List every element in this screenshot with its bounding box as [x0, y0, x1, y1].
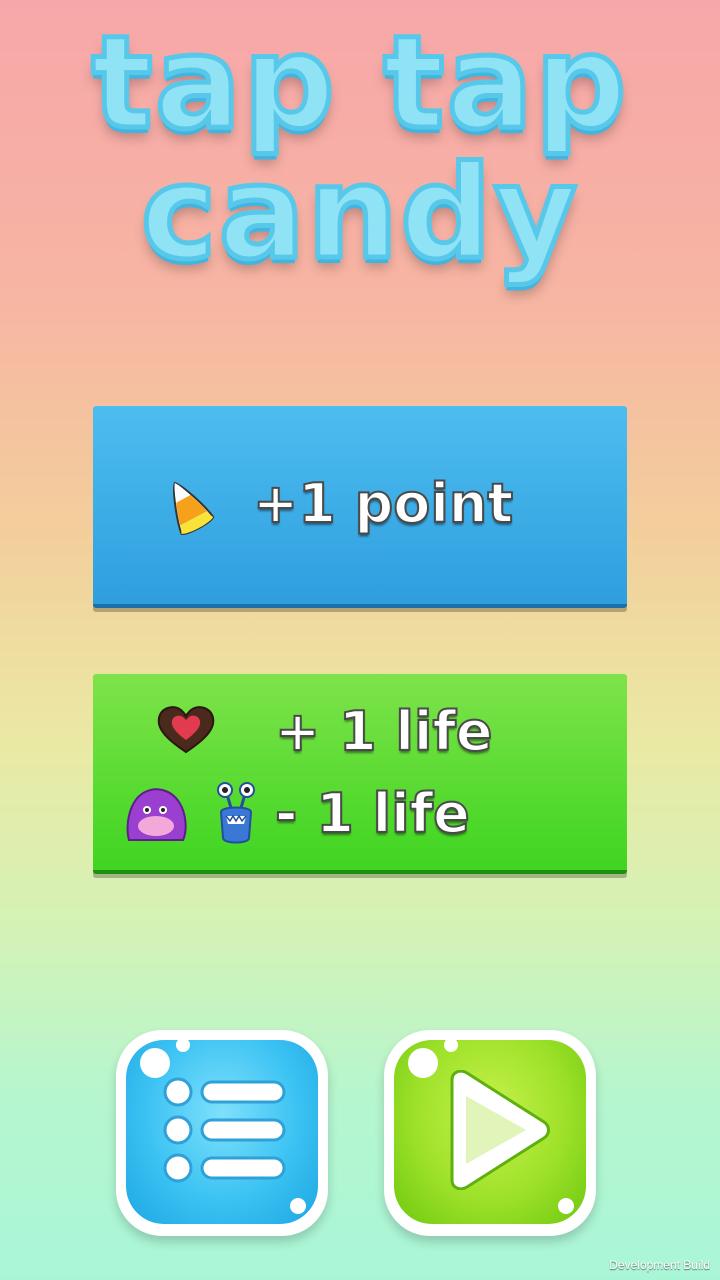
play-icon — [450, 1070, 550, 1190]
list-menu-icon — [163, 1077, 286, 1183]
candy-corn-icon — [173, 481, 215, 535]
menu-button[interactable] — [116, 1030, 328, 1236]
life-rule-panel: + 1 life - 1 life — [93, 674, 627, 874]
heart-chocolate-icon — [157, 706, 215, 754]
development-build-label: Development Build — [609, 1258, 710, 1272]
gain-life-text: + 1 life — [274, 699, 494, 764]
purple-monster-icon — [126, 788, 187, 841]
point-rule-text: +1 POINT — [252, 471, 514, 536]
play-button[interactable] — [384, 1030, 596, 1236]
lose-life-text: - 1 life — [274, 781, 471, 846]
blue-monster-icon — [217, 782, 255, 844]
point-rule-panel: +1 POINT — [93, 406, 627, 608]
game-title-line-1: tap tap — [89, 9, 629, 158]
game-title-line-2: candy — [138, 139, 580, 288]
